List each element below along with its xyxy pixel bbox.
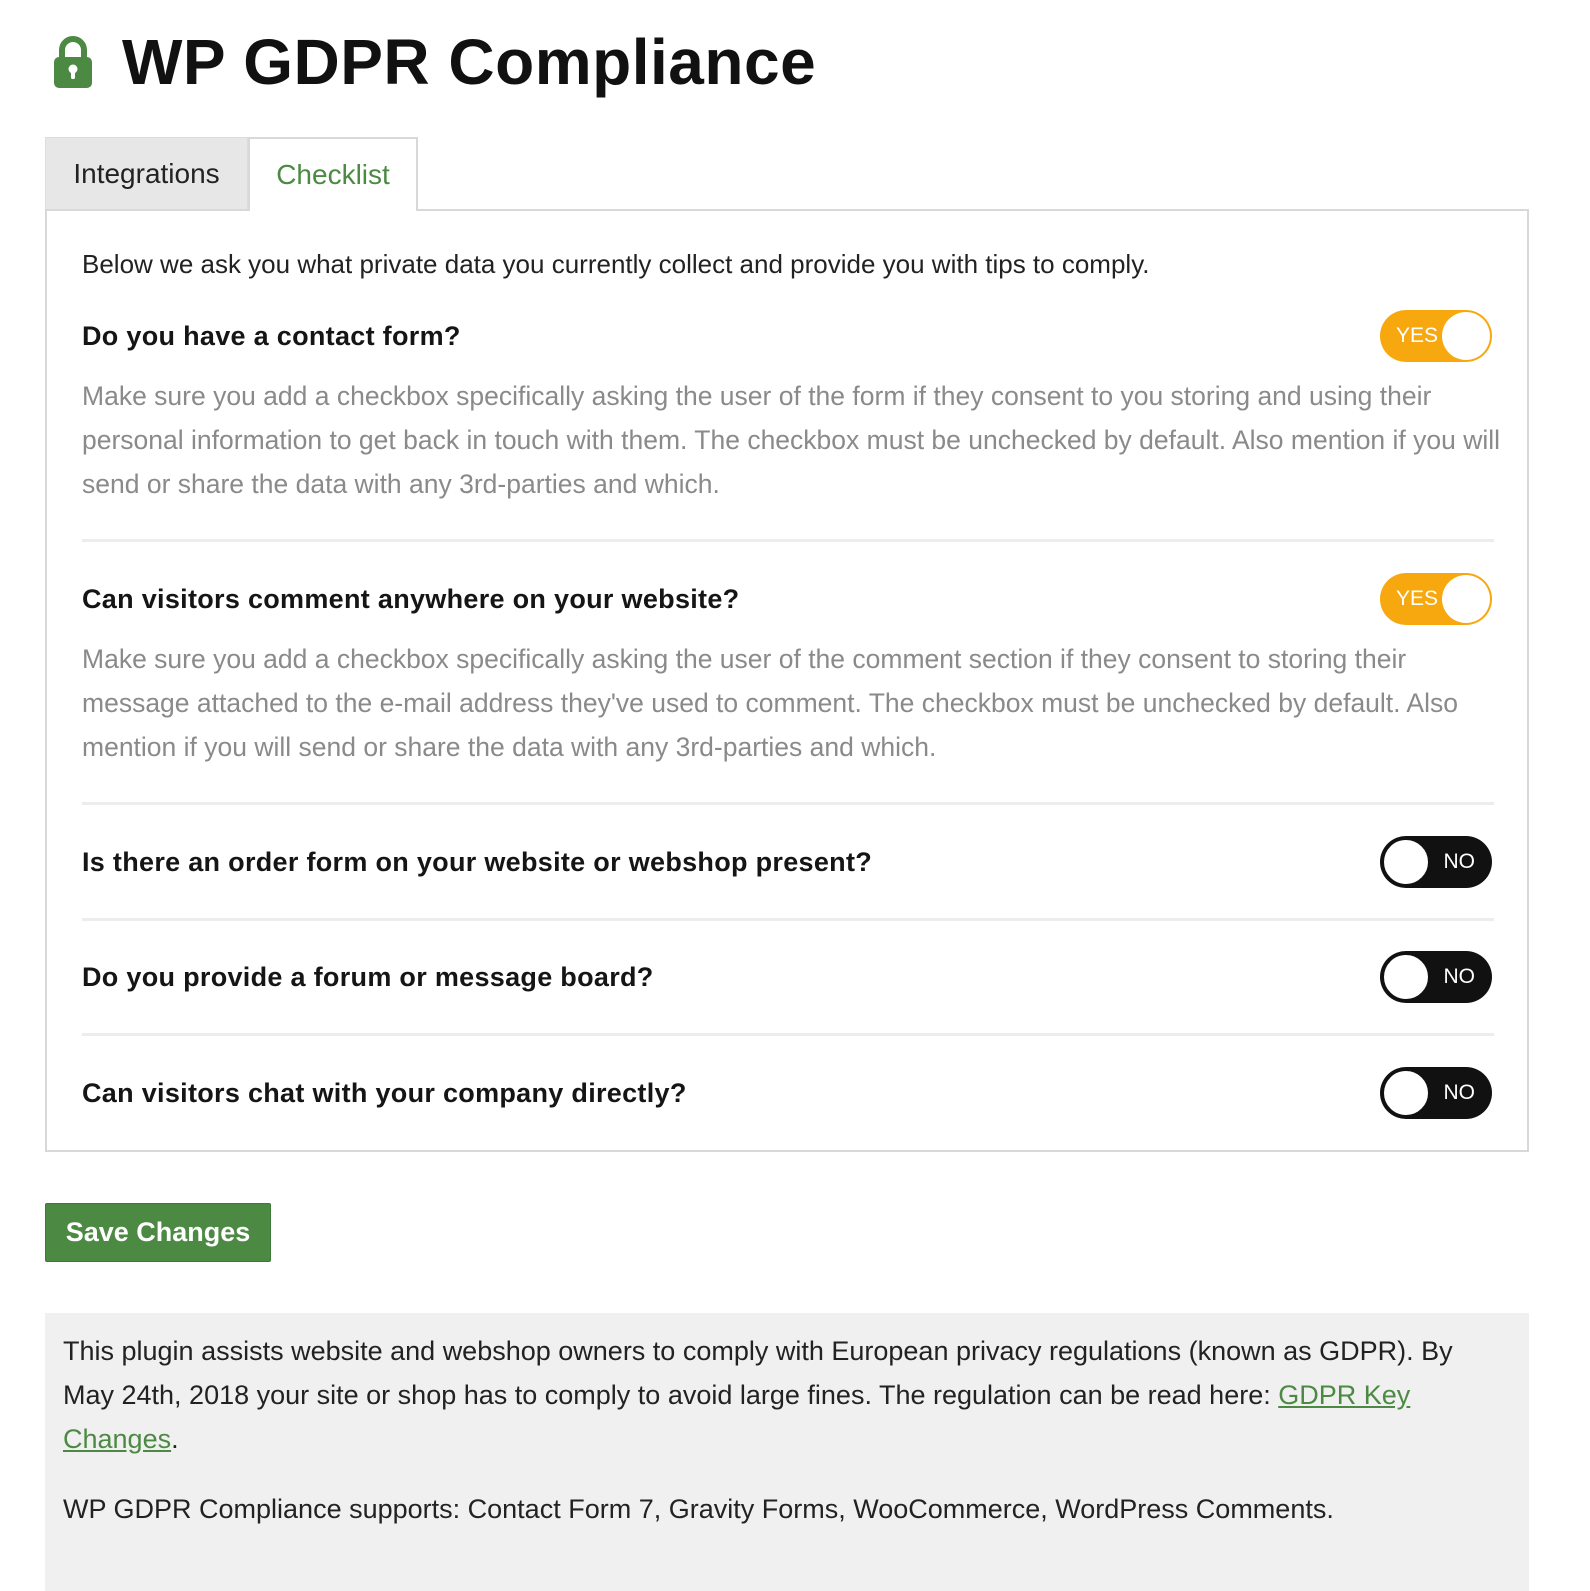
checklist-panel: Below we ask you what private data you c… <box>45 209 1529 1152</box>
tab-checklist[interactable]: Checklist <box>248 137 418 211</box>
page-title: WP GDPR Compliance <box>122 26 817 98</box>
toggle-knob <box>1382 838 1430 886</box>
divider <box>82 802 1494 805</box>
page-header: WP GDPR Compliance <box>52 22 816 102</box>
info-text-before-link: This plugin assists website and webshop … <box>63 1336 1453 1410</box>
toggle-knob <box>1382 953 1430 1001</box>
tab-integrations[interactable]: Integrations <box>45 137 248 210</box>
toggle-state-label: NO <box>1443 965 1476 988</box>
description-comments: Make sure you add a checkbox specificall… <box>82 644 1458 762</box>
supports-text: WP GDPR Compliance supports: Contact For… <box>63 1494 1334 1524</box>
question-order-form: Is there an order form on your website o… <box>82 847 873 877</box>
lock-icon <box>54 36 92 88</box>
toggle-forum[interactable]: NO <box>1380 951 1492 1003</box>
toggle-state-label: NO <box>1443 1081 1476 1104</box>
question-comments: Can visitors comment anywhere on your we… <box>82 584 740 614</box>
divider <box>82 539 1494 542</box>
toggle-knob <box>1382 1069 1430 1117</box>
info-text-after-link: . <box>171 1424 179 1454</box>
question-contact-form: Do you have a contact form? <box>82 321 461 351</box>
tab-bar: Integrations Checklist <box>45 137 418 211</box>
divider <box>82 918 1494 921</box>
description-contact-form: Make sure you add a checkbox specificall… <box>82 381 1501 499</box>
toggle-chat[interactable]: NO <box>1380 1067 1492 1119</box>
save-button[interactable]: Save Changes <box>45 1203 271 1262</box>
info-box: This plugin assists website and webshop … <box>45 1313 1529 1591</box>
toggle-knob <box>1442 575 1490 623</box>
toggle-comments[interactable]: YES <box>1380 573 1492 625</box>
toggle-state-label: YES <box>1396 587 1439 610</box>
toggle-state-label: YES <box>1396 324 1439 347</box>
checklist-intro: Below we ask you what private data you c… <box>82 249 1150 279</box>
toggle-contact-form[interactable]: YES <box>1380 310 1492 362</box>
toggle-order-form[interactable]: NO <box>1380 836 1492 888</box>
toggle-state-label: NO <box>1443 850 1476 873</box>
question-chat: Can visitors chat with your company dire… <box>82 1078 687 1108</box>
info-text: This plugin assists website and webshop … <box>63 1329 1511 1461</box>
question-forum: Do you provide a forum or message board? <box>82 962 654 992</box>
toggle-knob <box>1442 312 1490 360</box>
divider <box>82 1033 1494 1036</box>
